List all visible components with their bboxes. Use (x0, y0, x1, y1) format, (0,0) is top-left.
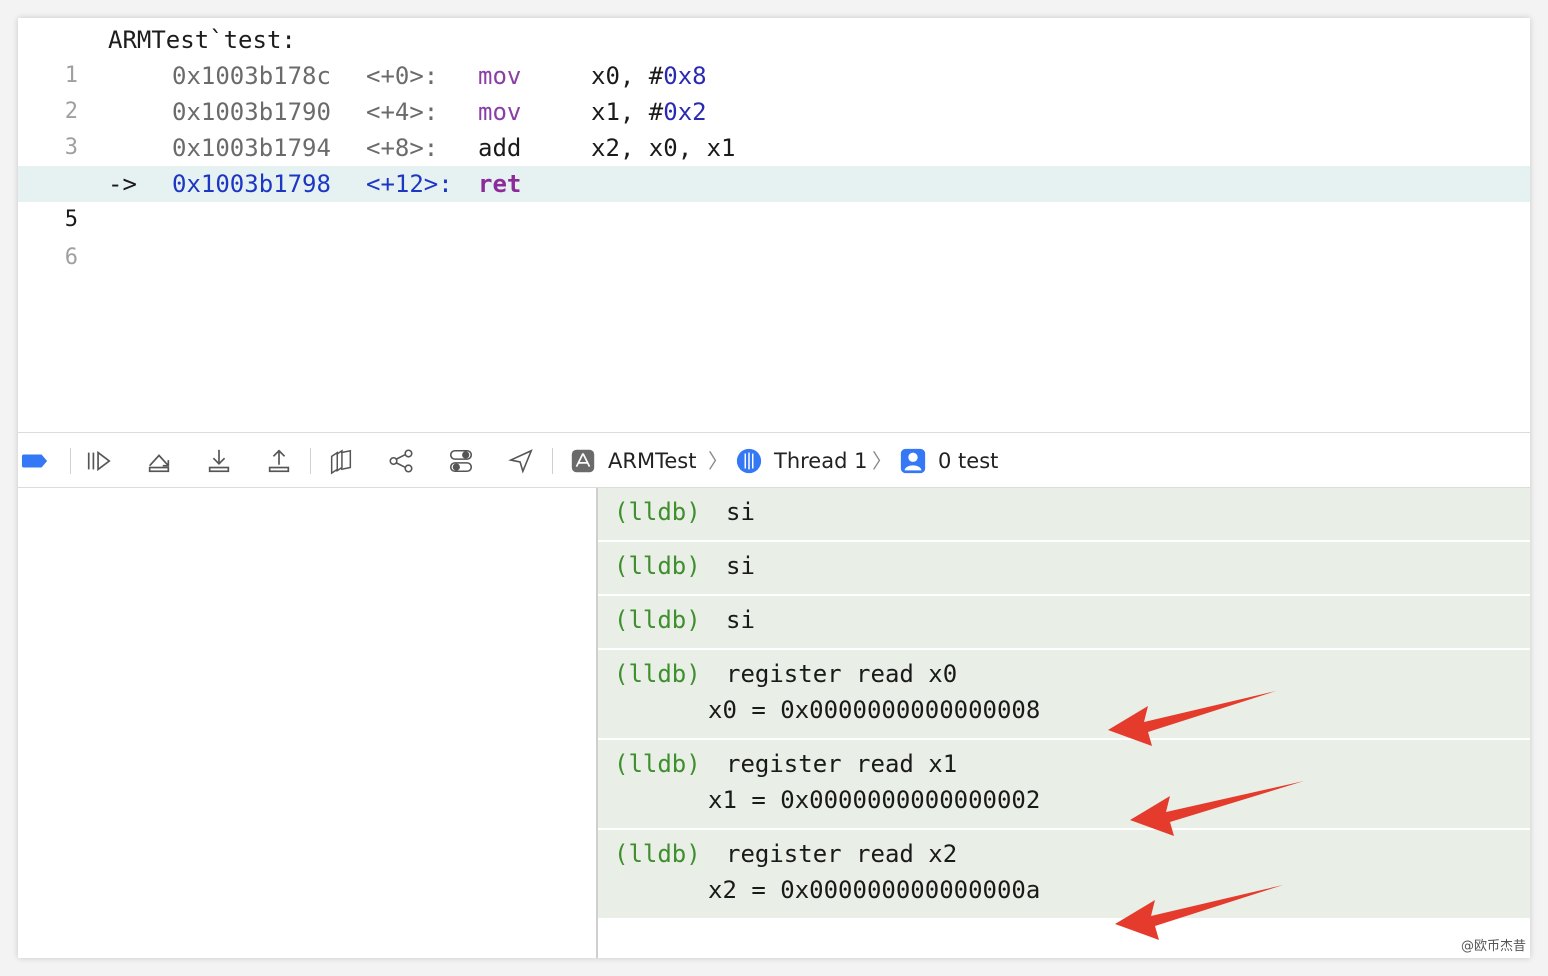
annotation-arrow-icon (1108, 691, 1276, 746)
console-command: register read x2 (726, 840, 958, 868)
code-line-6: 6 (18, 204, 1530, 270)
instruction-mnemonic: ret (478, 170, 522, 198)
console-entry: (lldb) register read x1 x1 = 0x000000000… (598, 740, 1530, 828)
register-value-output: x0 = 0x0000000000000008 (708, 696, 1041, 724)
instruction-operands: x0, #0x8 (591, 62, 707, 90)
toolbar-divider (552, 448, 553, 474)
step-out-icon[interactable] (264, 446, 294, 476)
instruction-offset: <+4>: (366, 98, 439, 126)
environment-overrides-icon[interactable] (446, 446, 476, 476)
view-hierarchy-icon[interactable] (326, 446, 356, 476)
instruction-mnemonic: add (478, 134, 522, 162)
console-entry: (lldb) register read x0 x0 = 0x000000000… (598, 650, 1530, 738)
line-number: 6 (64, 245, 78, 270)
console-command: register read x0 (726, 660, 958, 688)
instruction-address: 0x1003b178c (172, 62, 331, 90)
console-command: si (726, 498, 755, 526)
lldb-prompt: (lldb) (614, 606, 701, 634)
code-line-1: 1 ARMTest`test: (18, 22, 1530, 88)
lldb-prompt: (lldb) (614, 660, 701, 688)
instruction-address: 0x1003b1794 (172, 134, 331, 162)
instruction-offset: <+12>: (366, 170, 453, 198)
code-line-4: 4 0x1003b1794 <+8>: add x2, x0, x1 (18, 130, 1530, 196)
breadcrumb-frame[interactable]: 0 test (938, 447, 998, 475)
program-counter-indicator: -> (108, 170, 137, 198)
console-entry: (lldb) si (598, 542, 1530, 594)
xcode-debug-window: 1 ARMTest`test: 2 0x1003b178c <+0>: mov … (18, 18, 1530, 958)
instruction-offset: <+8>: (366, 134, 439, 162)
console-entry: (lldb) register read x2 x2 = 0x000000000… (598, 830, 1530, 918)
annotation-arrow-icon (1130, 781, 1304, 836)
lldb-prompt: (lldb) (614, 552, 701, 580)
lldb-console[interactable]: (lldb) si (lldb) si (lldb) si (lldb) reg… (598, 488, 1530, 958)
stack-frame-icon[interactable] (898, 446, 928, 476)
variables-view[interactable] (18, 488, 596, 958)
register-value-output: x2 = 0x000000000000000a (708, 876, 1041, 904)
breadcrumb-separator: 〉 (872, 449, 892, 473)
app-target-icon[interactable] (568, 446, 598, 476)
debug-bar: ARMTest 〉 Thread 1 〉 0 test (18, 432, 1530, 488)
simulate-location-icon[interactable] (506, 446, 536, 476)
lldb-prompt: (lldb) (614, 498, 701, 526)
memory-graph-icon[interactable] (386, 446, 416, 476)
watermark: @欧币杰昔 (1460, 939, 1526, 954)
instruction-operands: x1, #0x2 (591, 98, 707, 126)
instruction-offset: <+0>: (366, 62, 439, 90)
step-over-icon[interactable] (144, 446, 174, 476)
disassembly-editor[interactable]: 1 ARMTest`test: 2 0x1003b178c <+0>: mov … (18, 18, 1530, 432)
console-entry: (lldb) si (598, 488, 1530, 540)
step-into-icon[interactable] (204, 446, 234, 476)
annotation-arrow-icon (1115, 885, 1283, 940)
toolbar-divider (310, 448, 311, 474)
instruction-operands: x2, x0, x1 (591, 134, 736, 162)
instruction-address: 0x1003b1798 (172, 170, 331, 198)
lldb-prompt: (lldb) (614, 750, 701, 778)
instruction-mnemonic: mov (478, 98, 522, 126)
instruction-address: 0x1003b1790 (172, 98, 331, 126)
instruction-mnemonic: mov (478, 62, 522, 90)
function-label: ARMTest`test: (108, 26, 296, 54)
breadcrumb-thread[interactable]: Thread 1 (774, 447, 867, 475)
toolbar-divider (70, 448, 71, 474)
thread-icon[interactable] (734, 446, 764, 476)
code-line-2: 2 0x1003b178c <+0>: mov x0, #0x8 (18, 58, 1530, 124)
code-line-5-current: 5 -> 0x1003b1798 <+12>: ret (18, 166, 1530, 232)
breadcrumb-app[interactable]: ARMTest (608, 447, 696, 475)
lldb-prompt: (lldb) (614, 840, 701, 868)
continue-icon[interactable] (84, 446, 114, 476)
breakpoints-toggle-icon[interactable] (20, 446, 50, 476)
breadcrumb-separator: 〉 (708, 449, 728, 473)
console-entry: (lldb) si (598, 596, 1530, 648)
console-command: register read x1 (726, 750, 958, 778)
console-command: si (726, 606, 755, 634)
register-value-output: x1 = 0x0000000000000002 (708, 786, 1041, 814)
code-line-3: 3 0x1003b1790 <+4>: mov x1, #0x2 (18, 94, 1530, 160)
console-command: si (726, 552, 755, 580)
